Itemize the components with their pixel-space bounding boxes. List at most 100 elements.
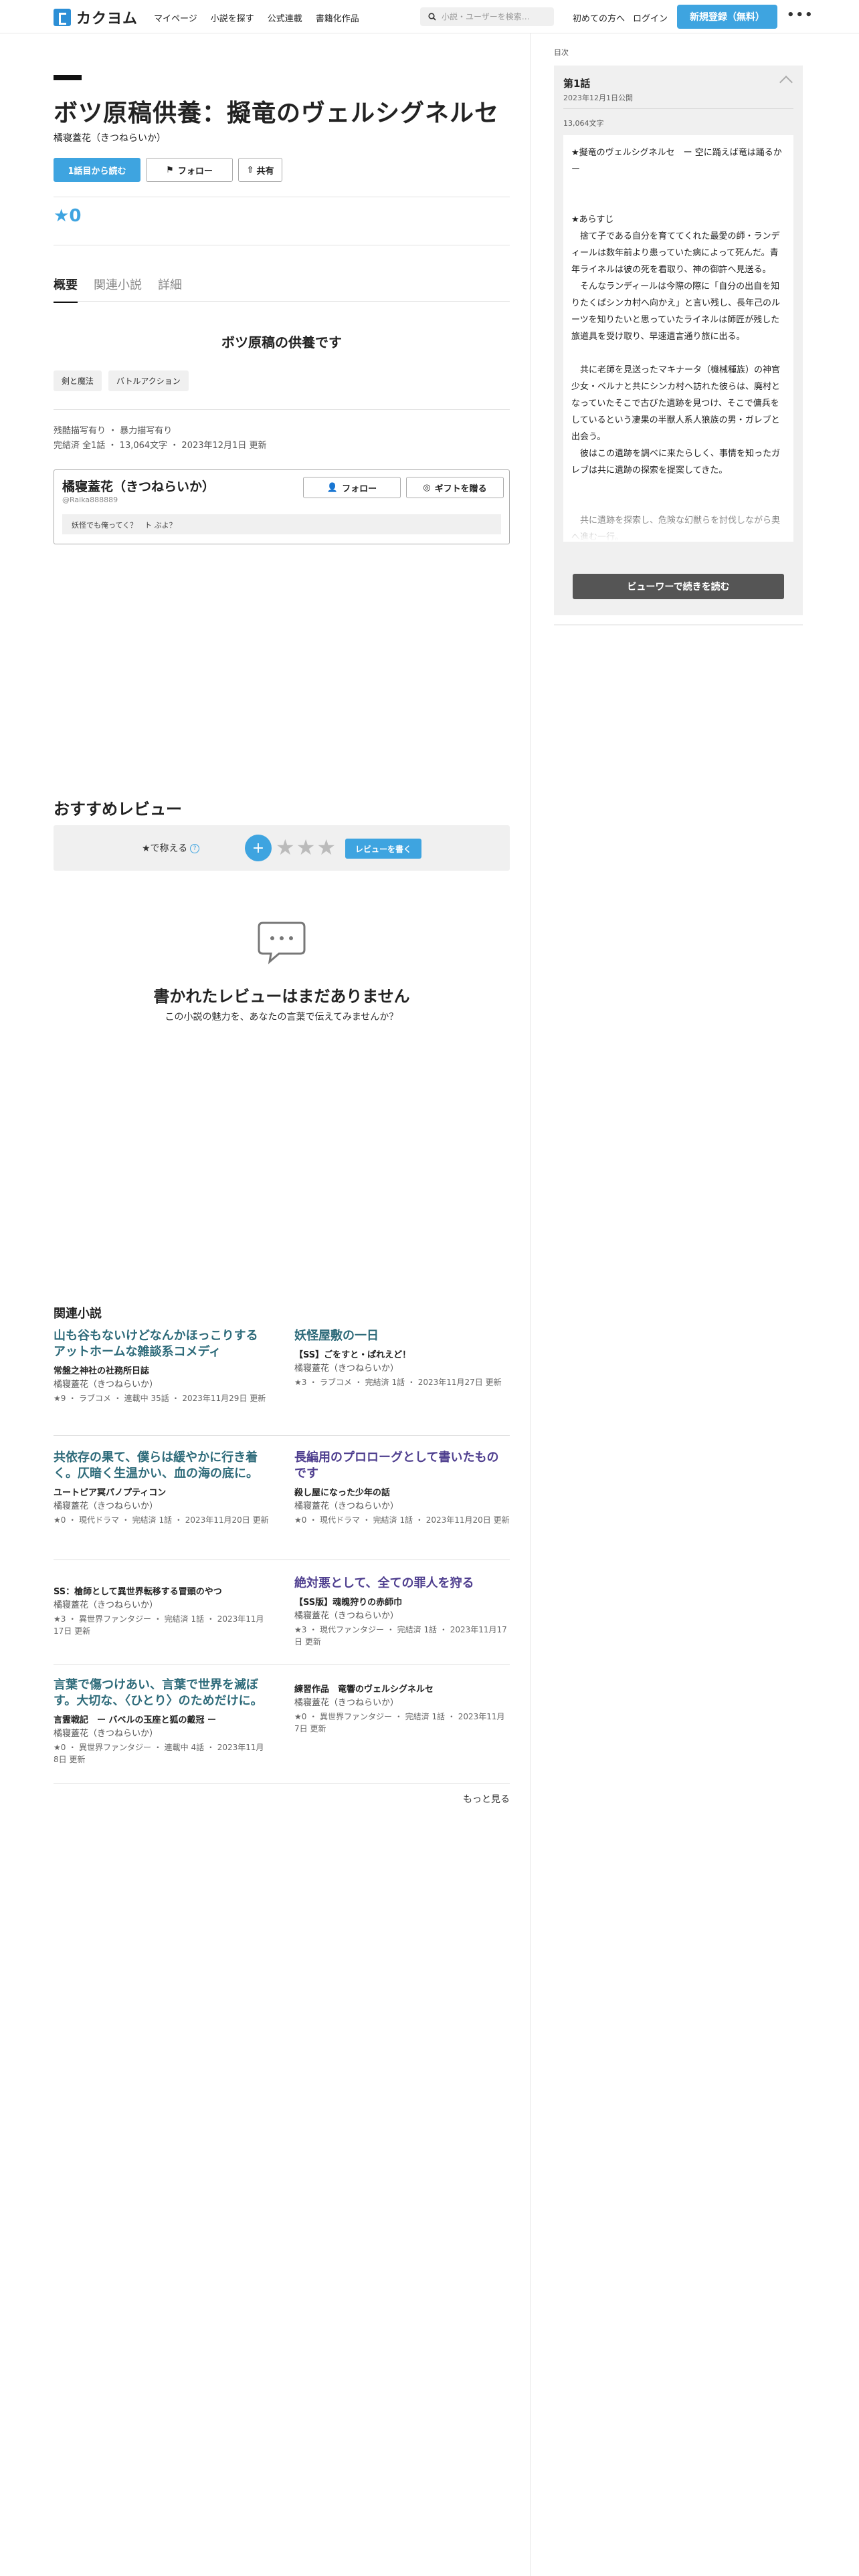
related-meta: ★0 ・ 異世界ファンタジー ・ 完結済 1話 ・ 2023年11月7日 更新 xyxy=(294,1712,505,1733)
author-follow-button[interactable]: 👤 フォロー xyxy=(303,477,401,498)
related-item[interactable]: 言葉で傷つけあい、言葉で世界を滅ぼす。大切な、〈ひとり〉のためだけに。 言霊戦記… xyxy=(54,1677,269,1765)
site-logo[interactable]: カクヨム xyxy=(54,7,138,28)
episode-preview: ★擬竜のヴェルシグネルセ ー 空に踊えば竜は踊るか ー ★あらすじ 捨て子である… xyxy=(563,135,793,542)
related-item[interactable]: 山も谷もないけどなんかほっこりするアットホームな雑談系コメディ 常盤之神社の社務… xyxy=(54,1328,269,1404)
related-catch: 長編用のプロローグとして書いたものです xyxy=(294,1451,499,1481)
related-author[interactable]: 橘寝蓋花（きつねらいか） xyxy=(294,1610,510,1622)
nav-books[interactable]: 書籍化作品 xyxy=(316,11,359,24)
chevron-up-icon[interactable] xyxy=(779,76,793,89)
gift-button[interactable]: ◎ ギフトを贈る xyxy=(406,477,504,498)
no-reviews-subtitle: この小説の魅力を、あなたの言葉で伝えてみませんか？ xyxy=(165,1012,399,1023)
related-meta: ★3 ・ ラブコメ ・ 完結済 1話 ・ 2023年11月27日 更新 xyxy=(294,1378,502,1387)
main-nav: マイページ 小説を探す 公式連載 書籍化作品 xyxy=(154,11,359,24)
login-link[interactable]: ログイン xyxy=(633,11,668,24)
tab-related[interactable]: 関連小説 xyxy=(94,276,142,303)
author-card: 橘寝蓋花（きつねらいか） @Raika888889 👤 フォロー ◎ ギフトを贈… xyxy=(54,469,510,544)
more-menu-button[interactable]: ••• xyxy=(787,8,814,22)
nav-official[interactable]: 公式連載 xyxy=(268,11,302,24)
rate-label: ★で称える? xyxy=(142,841,200,855)
tag-item[interactable]: 剣と魔法 xyxy=(54,370,102,391)
add-star-button[interactable]: + xyxy=(245,835,272,861)
speech-bubble-icon xyxy=(258,922,306,964)
title-accent-bar xyxy=(54,75,82,80)
rate-label-text: ★で称える xyxy=(142,843,188,854)
related-item[interactable]: 練習作品 竜響のヴェルシグネルセ 橘寝蓋花（きつねらいか） ★0 ・ 異世界ファ… xyxy=(294,1677,510,1735)
episode-title[interactable]: 第1話 xyxy=(563,76,590,90)
related-meta: ★0 ・ 異世界ファンタジー ・ 連載中 4話 ・ 2023年11月8日 更新 xyxy=(54,1743,264,1764)
author-follow-label: フォロー xyxy=(342,484,377,494)
related-title: 関連小説 xyxy=(54,1307,102,1321)
nav-search-novels[interactable]: 小説を探す xyxy=(211,11,254,24)
related-work-title[interactable]: 練習作品 竜響のヴェルシグネルセ xyxy=(294,1684,510,1696)
work-title: ボツ原稿供養：擬竜のヴェルシグネルセ xyxy=(54,100,500,127)
follow-button[interactable]: ⚑ フォロー xyxy=(146,158,233,182)
column-divider xyxy=(530,33,531,2576)
related-catch: 山も谷もないけどなんかほっこりするアットホームな雑談系コメディ xyxy=(54,1329,258,1359)
help-icon[interactable]: ? xyxy=(190,844,200,853)
related-item[interactable]: SS：槍師として異世界転移する冒頭のやつ 橘寝蓋花（きつねらいか） ★3 ・ 異… xyxy=(54,1576,269,1637)
tag-list: 剣と魔法 バトルアクション xyxy=(54,370,189,391)
review-rating-bar: ★で称える? + ★★★ レビューを書く xyxy=(54,825,510,871)
share-icon: ⇧ xyxy=(246,165,254,175)
gift-label: ギフトを贈る xyxy=(434,484,487,494)
episode-char-count: 13,064文字 xyxy=(563,119,604,128)
content-warnings: 残酷描写有り ・ 暴力描写有り xyxy=(54,426,173,436)
related-work-title[interactable]: 常盤之神社の社務所日誌 xyxy=(54,1366,269,1378)
author-bio: 妖怪でも俺ってく？ ト ぶよ？ xyxy=(62,514,501,534)
related-catch: 言葉で傷つけあい、言葉で世界を滅ぼす。大切な、〈ひとり〉のためだけに。 xyxy=(54,1678,263,1708)
reviews-title: おすすめレビュー xyxy=(54,800,182,819)
share-button[interactable]: ⇧ 共有 xyxy=(238,158,282,182)
related-work-title[interactable]: 言霊戦記 ー バベルの玉座と狐の戴冠 ー xyxy=(54,1715,269,1727)
search-input[interactable] xyxy=(442,12,549,21)
related-work-title[interactable]: 【SS】ごをすと・ぱれえど！ xyxy=(294,1350,510,1362)
related-meta: ★0 ・ 現代ドラマ ・ 完結済 1話 ・ 2023年11月20日 更新 xyxy=(54,1515,269,1525)
related-author[interactable]: 橘寝蓋花（きつねらいか） xyxy=(54,1501,269,1513)
related-meta: ★3 ・ 現代ファンタジー ・ 完結済 1話 ・ 2023年11月17日 更新 xyxy=(294,1625,507,1646)
related-author[interactable]: 橘寝蓋花（きつねらいか） xyxy=(294,1363,510,1375)
write-review-button[interactable]: レビューを書く xyxy=(345,839,421,859)
author-name[interactable]: 橘寝蓋花（きつねらいか） xyxy=(62,477,215,495)
search-box xyxy=(420,7,554,26)
related-work-title[interactable]: SS：槍師として異世界転移する冒頭のやつ xyxy=(54,1586,269,1598)
related-item[interactable]: 絶対悪として、全ての罪人を狩る 【SS版】魂魄狩りの赤師巾 橘寝蓋花（きつねらい… xyxy=(294,1576,510,1648)
tag-item[interactable]: バトルアクション xyxy=(108,370,189,391)
tabs-underline xyxy=(54,301,510,302)
nav-mypage[interactable]: マイページ xyxy=(154,11,197,24)
open-viewer-button[interactable]: ビューワーで続きを読む xyxy=(573,574,784,599)
star-score: ★0 xyxy=(54,206,81,226)
tab-overview[interactable]: 概要 xyxy=(54,276,78,303)
related-item[interactable]: 共依存の果て、僕らは緩やかに行き着く。仄暗く生温かい、血の海の底に。 ユートピア… xyxy=(54,1450,269,1526)
related-author[interactable]: 橘寝蓋花（きつねらいか） xyxy=(54,1600,269,1612)
related-work-title[interactable]: 殺し屋になった少年の話 xyxy=(294,1487,510,1499)
related-work-title[interactable]: 【SS版】魂魄狩りの赤師巾 xyxy=(294,1597,510,1609)
first-time-link[interactable]: 初めての方へ xyxy=(573,11,625,24)
preview-fade xyxy=(563,502,793,542)
star-icon: ★ xyxy=(54,206,70,226)
work-status: 完結済 全1話 ・ 13,064文字 ・ 2023年12月1日 更新 xyxy=(54,441,267,451)
related-item[interactable]: 妖怪屋敷の一日 【SS】ごをすと・ぱれえど！ 橘寝蓋花（きつねらいか） ★3 ・… xyxy=(294,1328,510,1388)
share-label: 共有 xyxy=(256,166,274,177)
related-author[interactable]: 橘寝蓋花（きつねらいか） xyxy=(54,1728,269,1740)
related-work-title[interactable]: ユートピア冥パノプティコン xyxy=(54,1487,269,1499)
user-plus-icon: 👤 xyxy=(326,482,339,493)
work-actions: 1話目から読む ⚑ フォロー ⇧ 共有 xyxy=(54,158,282,182)
divider xyxy=(54,1783,510,1784)
episode-date: 2023年12月1日公開 xyxy=(563,94,633,102)
signup-button[interactable]: 新規登録（無料） xyxy=(677,5,777,29)
related-author[interactable]: 橘寝蓋花（きつねらいか） xyxy=(294,1501,510,1513)
read-first-button[interactable]: 1話目から読む xyxy=(54,158,140,182)
rating-stars[interactable]: ★★★ xyxy=(276,835,337,860)
related-meta: ★3 ・ 異世界ファンタジー ・ 完結済 1話 ・ 2023年11月17日 更新 xyxy=(54,1614,264,1636)
related-author[interactable]: 橘寝蓋花（きつねらいか） xyxy=(54,1379,269,1391)
divider xyxy=(54,1435,510,1436)
see-more-link[interactable]: もっと見る xyxy=(54,1792,510,1806)
related-catch: 絶対悪として、全ての罪人を狩る xyxy=(294,1576,474,1590)
tab-details[interactable]: 詳細 xyxy=(158,276,182,303)
related-item[interactable]: 長編用のプロローグとして書いたものです 殺し屋になった少年の話 橘寝蓋花（きつね… xyxy=(294,1450,510,1526)
divider xyxy=(54,1664,510,1665)
related-author[interactable]: 橘寝蓋花（きつねらいか） xyxy=(294,1697,510,1709)
related-catch: 妖怪屋敷の一日 xyxy=(294,1329,379,1343)
work-author-link[interactable]: 橘寝蓋花（きつねらいか） xyxy=(54,131,166,144)
divider xyxy=(563,108,793,109)
follow-label: フォロー xyxy=(177,166,213,177)
